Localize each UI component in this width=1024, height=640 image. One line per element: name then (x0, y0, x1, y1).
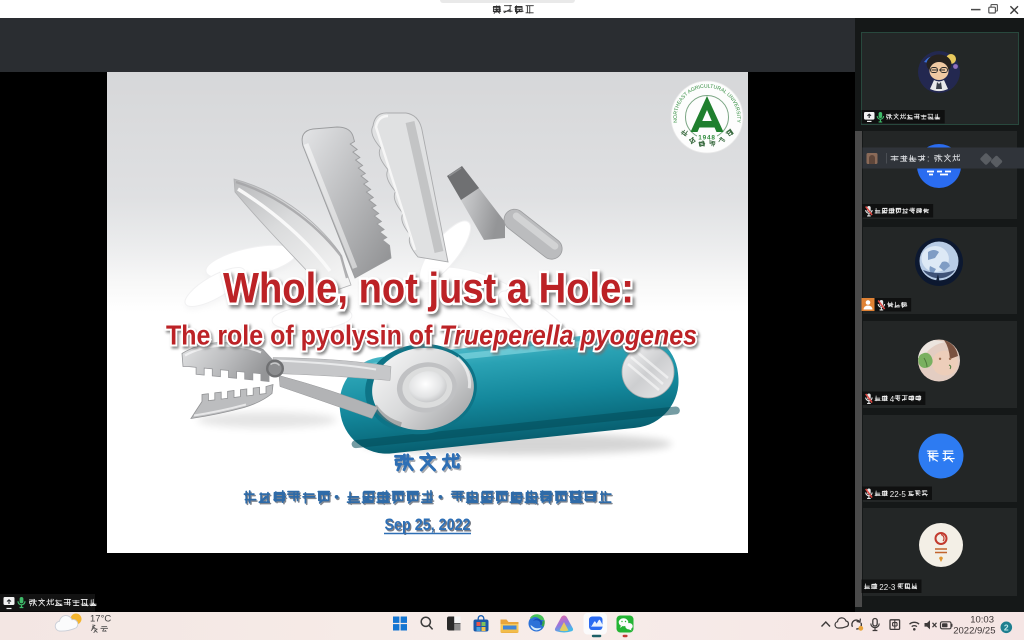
svg-text:17°C: 17°C (90, 614, 111, 625)
svg-text:4: 4 (890, 395, 895, 404)
svg-text:2: 2 (1004, 622, 1009, 632)
svg-text:10:03: 10:03 (970, 615, 994, 626)
svg-text:2022/9/25: 2022/9/25 (953, 626, 995, 637)
svg-text::: : (927, 154, 930, 164)
svg-text:22-3: 22-3 (879, 583, 896, 592)
svg-text:22-5: 22-5 (890, 490, 907, 499)
